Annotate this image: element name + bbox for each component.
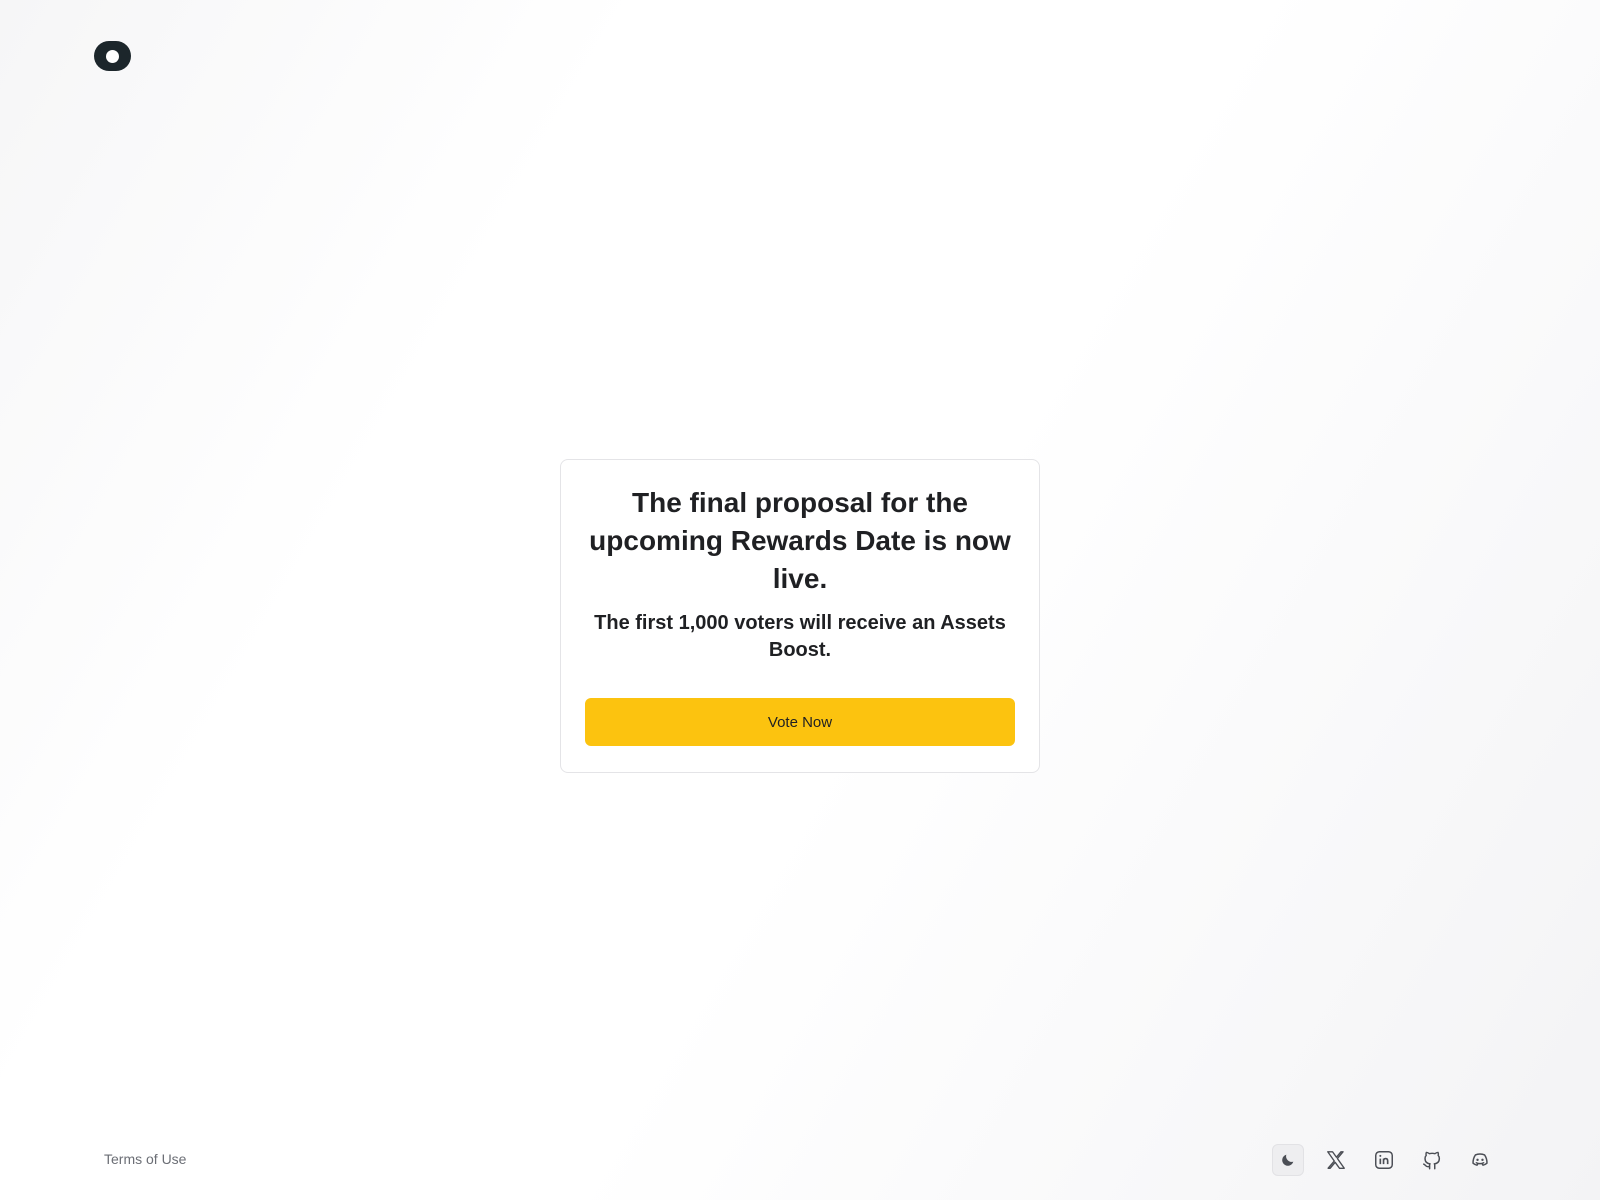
announcement-title: The final proposal for the upcoming Rewa… [589,487,1011,594]
terms-of-use-link[interactable]: Terms of Use [104,1151,186,1167]
discord-icon [1469,1149,1491,1171]
announcement-card: The final proposal for the upcoming Rewa… [560,459,1040,773]
vote-now-button[interactable]: Vote Now [585,698,1015,746]
site-logo[interactable] [94,41,131,71]
github-icon [1421,1149,1443,1171]
discord-link-button[interactable] [1464,1144,1496,1176]
announcement-subtitle: The first 1,000 voters will receive an A… [594,612,1006,661]
linkedin-icon [1373,1149,1395,1171]
x-link-button[interactable] [1320,1144,1352,1176]
footer-icon-bar [1272,1144,1496,1176]
github-link-button[interactable] [1416,1144,1448,1176]
x-icon [1325,1149,1347,1171]
moon-icon [1280,1152,1296,1168]
linkedin-link-button[interactable] [1368,1144,1400,1176]
toggle-logo-icon [106,49,119,63]
theme-toggle-button[interactable] [1272,1144,1304,1176]
